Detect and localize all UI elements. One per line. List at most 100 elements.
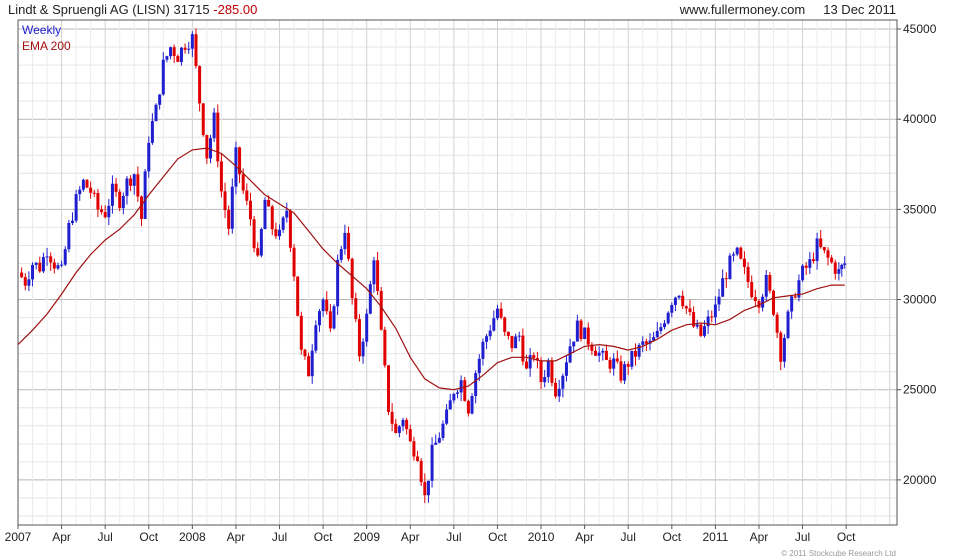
x-tick-label: Oct: [837, 530, 856, 544]
price-bar: [681, 295, 685, 307]
price-bar: [321, 299, 325, 312]
y-tick-label: 35000: [903, 202, 937, 216]
price-bar: [459, 380, 463, 393]
price-bar: [721, 278, 725, 297]
price-bar: [158, 94, 162, 105]
price-bar: [143, 171, 147, 219]
price-bar: [307, 356, 311, 377]
price-bar: [423, 482, 427, 496]
price-bar: [753, 297, 757, 301]
price-bar: [60, 264, 64, 266]
price-bar: [85, 179, 89, 188]
price-bar: [176, 55, 180, 62]
price-bar: [746, 266, 750, 282]
price-bar: [183, 47, 187, 50]
price-bar: [89, 187, 93, 193]
price-bar: [412, 441, 416, 457]
price-bar: [528, 355, 532, 369]
price-bar: [843, 263, 847, 265]
price-bar: [514, 336, 518, 349]
price-bar: [63, 249, 67, 265]
price-bar: [357, 319, 361, 357]
price-bar: [732, 254, 736, 256]
price-bar: [361, 341, 365, 357]
price-bar: [136, 174, 140, 197]
price-bar: [390, 411, 394, 424]
plot-frame: [17, 19, 898, 526]
price-bar: [819, 238, 823, 248]
x-tick-label: 2009: [353, 530, 380, 544]
price-bar: [278, 229, 282, 237]
price-bar: [750, 281, 754, 298]
price-bar: [594, 350, 598, 356]
price-bar: [492, 318, 496, 331]
price-bar: [31, 264, 35, 280]
price-bar: [815, 238, 819, 261]
price-bar: [782, 337, 786, 362]
price-bar: [56, 265, 60, 269]
x-tick-label: Oct: [662, 530, 681, 544]
price-bar: [34, 262, 38, 265]
price-bar: [499, 308, 503, 318]
price-bar: [437, 437, 441, 443]
price-bar: [525, 361, 529, 369]
price-bar: [350, 258, 354, 299]
price-bar: [728, 255, 732, 280]
price-bar: [212, 112, 216, 139]
price-bar: [281, 217, 285, 230]
price-bar: [764, 275, 768, 297]
price-bar: [328, 311, 332, 329]
price-bar: [107, 205, 111, 218]
price-bar: [706, 316, 710, 327]
price-bar: [408, 429, 412, 442]
price-bar: [379, 290, 383, 330]
price-bar: [230, 186, 234, 229]
price-bar: [470, 396, 474, 414]
price-bar: [118, 191, 122, 209]
price-bar: [811, 259, 815, 261]
price-bar: [201, 103, 205, 135]
x-tick-label: 2011: [702, 530, 728, 544]
price-bar: [456, 392, 459, 394]
price-bar: [670, 304, 674, 313]
price-bar: [419, 460, 423, 483]
x-tick-label: Jul: [98, 530, 113, 544]
price-chart: 20000 25000 30000 35000 40000 45000 2007 Apr Jul…: [5, 19, 937, 544]
price-bar: [557, 388, 561, 397]
price-bar: [317, 311, 321, 326]
price-bar: [532, 355, 536, 359]
price-bar: [270, 206, 274, 230]
price-bar: [172, 47, 176, 56]
price-bar: [717, 296, 721, 305]
price-bar: [339, 249, 343, 260]
price-bar: [579, 320, 583, 339]
x-tick-label: Apr: [52, 530, 71, 544]
price-bar: [630, 350, 634, 367]
price-bar: [543, 377, 547, 383]
price-bar: [808, 259, 812, 268]
price-bar: [586, 327, 590, 345]
x-tick-label: Jul: [621, 530, 636, 544]
price-bar: [554, 382, 558, 397]
price-bar: [161, 59, 165, 95]
price-bar: [110, 183, 114, 206]
price-bar: [790, 296, 794, 312]
price-bar: [248, 200, 252, 220]
price-bar: [441, 423, 445, 438]
price-bar: [510, 335, 514, 349]
price-bar: [263, 199, 267, 230]
price-bar: [303, 349, 307, 357]
price-bar: [383, 329, 387, 366]
price-bar: [626, 364, 630, 367]
price-bar: [227, 210, 231, 229]
x-tick-label: Apr: [227, 530, 246, 544]
y-tick-label: 45000: [903, 22, 937, 36]
x-tick-label: Apr: [575, 530, 594, 544]
price-bar: [673, 297, 677, 305]
price-bar: [114, 183, 118, 192]
x-tick-label: Jul: [272, 530, 287, 544]
price-bar: [405, 419, 409, 430]
x-tick-label: Oct: [488, 530, 507, 544]
price-bar: [252, 219, 256, 249]
price-bar: [677, 295, 681, 298]
